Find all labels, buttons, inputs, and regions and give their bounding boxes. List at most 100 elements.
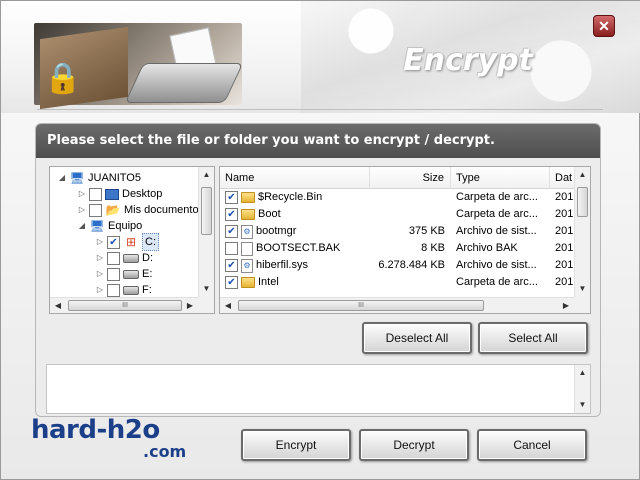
column-header-date[interactable]: Dat [550,167,576,189]
expand-arrow-icon[interactable]: ▷ [96,266,104,282]
padlock-icon: 🔒 [44,62,82,95]
drive-icon [123,285,139,295]
list-row[interactable]: ✔ ⚙ hiberfil.sys 6.278.484 KB Archivo de sis… [220,257,574,274]
tree-checkbox[interactable] [107,267,120,281]
size-cell [370,274,451,291]
name-cell: ✔ ⚙ bootmgr [225,223,370,240]
dialog-header: 🔒 Encrypt ✕ [1,1,640,113]
expand-arrow-icon[interactable]: ▷ [78,186,86,202]
documents-icon: 📂 [105,203,121,217]
tree-item-label: Desktop [122,188,163,200]
tree-checkbox[interactable] [89,187,102,201]
scroll-down-icon[interactable]: ▼ [199,281,214,297]
cancel-button[interactable]: Cancel [477,429,587,461]
hard-drive-image [124,63,244,103]
size-cell [370,189,451,206]
brand-logo-suffix: .com [143,442,187,461]
expand-arrow-icon[interactable]: ▷ [96,250,104,266]
date-cell: 201 [555,208,574,220]
type-cell: Archivo BAK [456,242,518,254]
scroll-right-icon[interactable]: ▶ [182,298,198,313]
tree-vertical-scrollbar[interactable]: ▲ ▼ [198,167,214,297]
close-button[interactable]: ✕ [593,15,615,37]
tree-item[interactable]: ◢ 🖥 Equipo [78,218,142,234]
list-row[interactable]: ✔ Intel Carpeta de arc... 201 [220,274,574,291]
file-list[interactable]: Name Size Type Dat ✔ $Recycle.Bin Carpeta … [219,166,591,314]
scroll-up-icon[interactable]: ▲ [575,365,590,381]
tree-item[interactable]: ▷ 📂 Mis documentos [78,202,204,218]
folder-icon [241,277,255,288]
list-row[interactable]: ✔ Boot Carpeta de arc... 201 [220,206,574,223]
select-all-button[interactable]: Select All [478,322,588,354]
type-cell: Archivo de sist... [456,259,537,271]
scroll-thumb[interactable] [201,187,212,235]
tree-item[interactable]: ▷ Desktop [78,186,162,202]
tree-checkbox[interactable]: ✔ [107,235,120,249]
list-row[interactable]: ✔ $Recycle.Bin Carpeta de arc... 201 [220,189,574,206]
drive-icon [123,253,139,263]
folder-tree[interactable]: ◢ 🖥 JUANITO5 ▷ Desktop ▷ 📂 Mis documento… [49,166,215,314]
scroll-thumb[interactable]: III [68,300,182,311]
tree-item[interactable]: ▷ F: [96,282,152,298]
expand-arrow-icon[interactable]: ▷ [96,234,104,250]
scroll-corner [198,297,214,313]
column-header-name[interactable]: Name [220,167,370,189]
row-checkbox[interactable] [225,242,238,255]
row-checkbox[interactable]: ✔ [225,191,238,204]
column-header-size[interactable]: Size [370,167,451,189]
expand-arrow-icon[interactable]: ▷ [96,282,104,298]
deselect-all-button[interactable]: Deselect All [362,322,472,354]
size-cell [370,206,451,223]
scroll-up-icon[interactable]: ▲ [575,167,590,183]
scroll-left-icon[interactable]: ◀ [220,298,236,313]
scroll-thumb[interactable] [577,187,588,217]
scroll-left-icon[interactable]: ◀ [50,298,66,313]
file-name: Intel [258,276,279,288]
tree-checkbox[interactable] [107,251,120,265]
list-horizontal-scrollbar[interactable]: ◀ III ▶ [220,297,574,313]
list-vertical-scrollbar[interactable]: ▲ ▼ [574,167,590,297]
computer-icon: 🖥 [69,171,85,185]
row-checkbox[interactable]: ✔ [225,225,238,238]
scroll-right-icon[interactable]: ▶ [558,298,574,313]
row-checkbox[interactable]: ✔ [225,259,238,272]
encrypt-button[interactable]: Encrypt [241,429,351,461]
tree-item[interactable]: ▷ D: [96,250,153,266]
name-cell: ✔ $Recycle.Bin [225,189,370,206]
collapse-arrow-icon[interactable]: ◢ [78,218,86,234]
list-row[interactable]: BOOTSECT.BAK 8 KB Archivo BAK 201 [220,240,574,257]
tree-horizontal-scrollbar[interactable]: ◀ III ▶ [50,297,198,313]
column-header-type[interactable]: Type [451,167,550,189]
drive-icon [123,269,139,279]
encrypt-dialog: 🔒 Encrypt ✕ Please select the file or fo… [0,0,640,480]
scroll-corner [574,297,590,313]
row-checkbox[interactable]: ✔ [225,276,238,289]
system-file-icon: ⚙ [241,224,253,239]
row-checkbox[interactable]: ✔ [225,208,238,221]
tree-checkbox[interactable] [89,203,102,217]
file-name: $Recycle.Bin [258,191,323,203]
scroll-up-icon[interactable]: ▲ [199,167,214,183]
list-row[interactable]: ✔ ⚙ bootmgr 375 KB Archivo de sist... 201 [220,223,574,240]
scroll-down-icon[interactable]: ▼ [575,397,590,413]
collapse-arrow-icon[interactable]: ◢ [58,170,66,186]
file-name: BOOTSECT.BAK [256,242,341,254]
status-log[interactable]: ▲ ▼ [46,364,591,414]
tree-item[interactable]: ▷ ✔ ⊞ C: [96,233,159,251]
folder-icon [241,192,255,203]
tree-checkbox[interactable] [107,283,120,297]
header-divider [37,109,603,110]
expand-arrow-icon[interactable]: ▷ [78,202,86,218]
folder-icon [241,209,255,220]
type-cell: Carpeta de arc... [456,208,538,220]
tree-item[interactable]: ▷ E: [96,266,152,282]
scroll-thumb[interactable]: III [238,300,484,311]
log-vertical-scrollbar[interactable]: ▲ ▼ [574,365,590,413]
windows-drive-icon: ⊞ [125,235,137,249]
decrypt-button[interactable]: Decrypt [359,429,469,461]
scroll-down-icon[interactable]: ▼ [575,281,590,297]
close-icon: ✕ [598,18,610,34]
name-cell: BOOTSECT.BAK [225,240,370,257]
tree-item[interactable]: ◢ 🖥 JUANITO5 [58,170,141,186]
tree-item-label: JUANITO5 [88,172,141,184]
